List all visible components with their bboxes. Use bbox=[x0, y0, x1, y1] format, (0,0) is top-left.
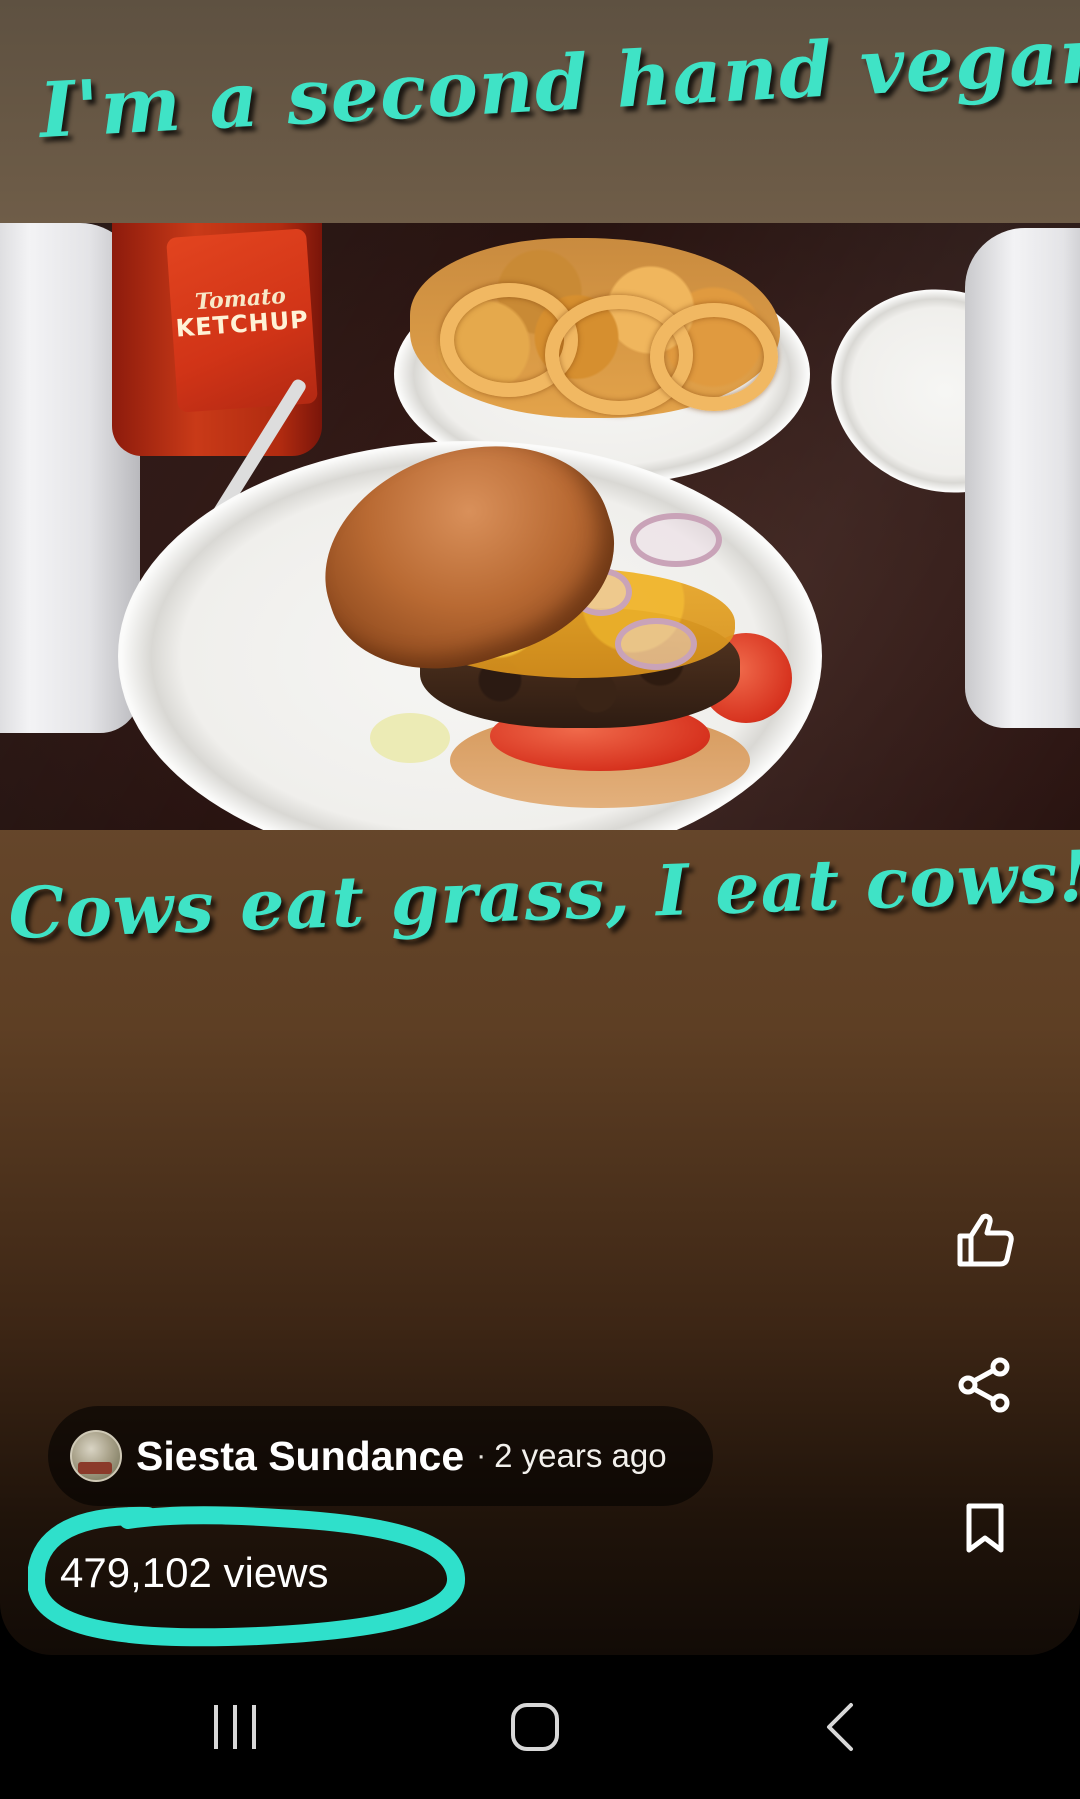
onion-ring bbox=[650, 303, 778, 411]
back-button[interactable] bbox=[785, 1679, 895, 1775]
thumbs-up-icon bbox=[957, 1213, 1014, 1267]
recents-button[interactable] bbox=[180, 1679, 290, 1775]
bookmark-icon bbox=[966, 1503, 1004, 1553]
system-nav-bar bbox=[0, 1655, 1080, 1799]
share-button[interactable] bbox=[940, 1340, 1030, 1430]
screen: I'm a second hand vegan. Tomato KETCHUP bbox=[0, 0, 1080, 1799]
lettuce bbox=[370, 713, 450, 763]
avatar[interactable] bbox=[70, 1430, 122, 1482]
author-chip[interactable]: Siesta Sundance · 2 years ago bbox=[48, 1406, 713, 1506]
like-button[interactable] bbox=[940, 1195, 1030, 1285]
avatar-sign bbox=[78, 1462, 112, 1474]
save-button[interactable] bbox=[940, 1483, 1030, 1573]
back-icon bbox=[827, 1703, 853, 1751]
recents-icon bbox=[214, 1705, 256, 1749]
home-button[interactable] bbox=[480, 1679, 590, 1775]
onion-slice bbox=[615, 618, 697, 670]
foam-cup-right bbox=[965, 228, 1080, 728]
share-icon bbox=[958, 1357, 1010, 1413]
post-photo[interactable]: Tomato KETCHUP bbox=[0, 223, 1080, 830]
view-count: 479,102 views bbox=[60, 1549, 329, 1596]
author-name[interactable]: Siesta Sundance bbox=[136, 1433, 464, 1480]
onion-slice bbox=[630, 513, 722, 567]
post-age: 2 years ago bbox=[494, 1437, 667, 1474]
home-icon bbox=[511, 1703, 559, 1751]
caption-bottom: Cows eat grass, I eat cows! bbox=[7, 834, 1080, 955]
meta-separator: · bbox=[476, 1439, 487, 1472]
post-card[interactable]: I'm a second hand vegan. Tomato KETCHUP bbox=[0, 0, 1080, 1655]
ketchup-word-text: KETCHUP bbox=[174, 305, 310, 343]
